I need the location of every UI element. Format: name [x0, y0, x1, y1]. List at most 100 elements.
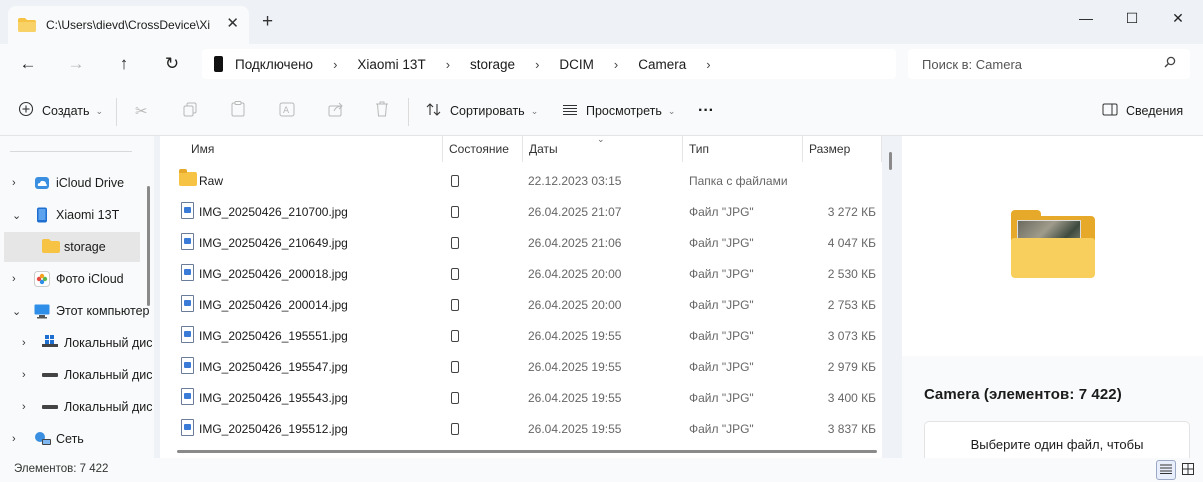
chevron-right-icon[interactable]: ›	[12, 177, 16, 189]
up-button[interactable]: ↑	[110, 52, 138, 76]
file-type: Файл "JPG"	[689, 360, 754, 374]
horizontal-scrollbar[interactable]	[177, 450, 877, 453]
column-type[interactable]: Тип	[689, 142, 709, 156]
search-icon	[1164, 56, 1176, 71]
details-button[interactable]: Сведения	[1102, 100, 1183, 122]
sidebar-item-local-disk-c[interactable]: › Локальный диск	[0, 328, 152, 358]
tiles-view-button[interactable]	[1178, 460, 1198, 480]
chevron-right-icon[interactable]: ›	[22, 369, 26, 381]
table-row[interactable]: IMG_20250426_195543.jpg 26.04.2025 19:55…	[160, 382, 882, 413]
table-row[interactable]: IMG_20250426_195512.jpg 26.04.2025 19:55…	[160, 413, 882, 444]
chevron-right-icon[interactable]: ›	[12, 433, 16, 445]
table-row[interactable]: IMG_20250426_200018.jpg 26.04.2025 20:00…	[160, 258, 882, 289]
chevron-right-icon[interactable]: ›	[706, 57, 710, 72]
cut-button[interactable]: ✂	[135, 100, 156, 122]
paste-button[interactable]	[231, 100, 253, 122]
breadcrumb-camera[interactable]: Camera	[638, 57, 686, 72]
column-name[interactable]: Имя	[191, 142, 214, 156]
address-bar[interactable]: Подключено › Xiaomi 13T › storage › DCIM…	[202, 49, 896, 79]
file-size: 4 047 КБ	[827, 236, 876, 250]
table-row[interactable]: IMG_20250426_200014.jpg 26.04.2025 20:00…	[160, 289, 882, 320]
sidebar-item-storage[interactable]: storage	[4, 232, 140, 262]
breadcrumb-dcim[interactable]: DCIM	[559, 57, 594, 72]
image-file-icon	[181, 419, 194, 436]
search-placeholder: Поиск в: Camera	[922, 56, 1023, 72]
file-size: 2 753 КБ	[827, 298, 876, 312]
delete-button[interactable]	[375, 100, 397, 122]
tab-camera[interactable]: C:\Users\dievd\CrossDevice\Xi ✕	[8, 6, 249, 44]
table-row[interactable]: IMG_20250426_210700.jpg 26.04.2025 21:07…	[160, 196, 882, 227]
image-file-icon	[181, 295, 194, 312]
sidebar-item-icloud-drive[interactable]: › iCloud Drive	[0, 168, 152, 198]
details-label: Сведения	[1126, 104, 1184, 118]
sidebar-item-label: Сеть	[56, 432, 84, 446]
details-folder-name: Camera	[924, 386, 980, 403]
chevron-right-icon[interactable]: ›	[12, 273, 16, 285]
chevron-right-icon[interactable]: ›	[22, 337, 26, 349]
share-button[interactable]	[328, 100, 352, 122]
view-button[interactable]: Просмотреть ⌄	[562, 100, 675, 122]
chevron-down-icon[interactable]: ⌄	[12, 209, 21, 222]
breadcrumb-storage[interactable]: storage	[470, 57, 515, 72]
rename-button[interactable]: A	[279, 100, 303, 122]
file-type: Файл "JPG"	[689, 422, 754, 436]
sidebar-scrollbar[interactable]	[147, 186, 150, 306]
copy-button[interactable]	[183, 100, 206, 122]
column-separator[interactable]	[881, 136, 882, 162]
file-list-scrollbar[interactable]	[889, 152, 892, 170]
sidebar-item-network[interactable]: › Сеть	[0, 424, 152, 454]
details-hint: Выберите один файл, чтобы	[970, 437, 1144, 452]
file-name: IMG_20250426_210700.jpg	[199, 205, 348, 219]
breadcrumb-device[interactable]: Xiaomi 13T	[357, 57, 425, 72]
column-date[interactable]: Даты	[529, 142, 558, 156]
divider	[10, 151, 132, 152]
more-icon: ···	[698, 102, 714, 119]
column-status[interactable]: Состояние	[449, 142, 509, 156]
minimize-button[interactable]: —	[1063, 4, 1109, 32]
sidebar-item-icloud-photos[interactable]: › Фото iCloud	[0, 264, 152, 294]
sidebar-item-xiaomi[interactable]: ⌄ Xiaomi 13T	[0, 200, 152, 230]
more-button[interactable]: ···	[698, 100, 714, 122]
sidebar-item-local-disk-2[interactable]: › Локальный диск	[0, 360, 152, 390]
drive-icon	[42, 399, 58, 415]
image-file-icon	[181, 264, 194, 281]
chevron-right-icon[interactable]: ›	[22, 401, 26, 413]
refresh-button[interactable]: ↻	[158, 52, 186, 76]
chevron-right-icon[interactable]: ›	[446, 57, 450, 72]
chevron-down-icon[interactable]: ⌄	[12, 305, 21, 318]
column-separator[interactable]	[682, 136, 683, 162]
chevron-right-icon[interactable]: ›	[535, 57, 539, 72]
column-separator[interactable]	[522, 136, 523, 162]
table-row[interactable]: Raw 22.12.2023 03:15 Папка с файлами	[160, 165, 882, 196]
forward-arrow-icon: →	[67, 54, 85, 73]
folder-thumbnail	[1011, 210, 1095, 278]
tab-close-icon[interactable]: ✕	[226, 16, 239, 32]
file-date: 26.04.2025 21:07	[528, 205, 622, 219]
copy-icon	[183, 102, 198, 121]
sidebar-item-label: Xiaomi 13T	[56, 208, 120, 222]
chevron-right-icon[interactable]: ›	[333, 57, 337, 72]
close-button[interactable]: ✕	[1155, 4, 1201, 32]
sidebar-item-local-disk-3[interactable]: › Локальный диск	[0, 392, 152, 422]
column-size[interactable]: Размер	[809, 142, 850, 156]
command-bar: Создать ⌄ ✂ A Сортировать ⌄ Просмотреть …	[0, 84, 1203, 136]
details-pane: Camera (элементов: 7 422) Выберите один …	[902, 136, 1203, 458]
sort-button[interactable]: Сортировать ⌄	[426, 100, 538, 122]
table-row[interactable]: IMG_20250426_210649.jpg 26.04.2025 21:06…	[160, 227, 882, 258]
create-button[interactable]: Создать ⌄	[18, 100, 103, 122]
new-tab-button[interactable]: +	[262, 12, 273, 32]
table-row[interactable]: IMG_20250426_195547.jpg 26.04.2025 19:55…	[160, 351, 882, 382]
chevron-right-icon[interactable]: ›	[614, 57, 618, 72]
column-separator[interactable]	[802, 136, 803, 162]
plus-circle-icon	[18, 101, 34, 121]
details-view-button[interactable]	[1156, 460, 1176, 480]
back-button[interactable]: ←	[14, 52, 42, 76]
forward-button[interactable]: →	[62, 52, 90, 76]
maximize-button[interactable]: ☐	[1109, 4, 1155, 32]
sidebar-item-this-pc[interactable]: ⌄ Этот компьютер	[0, 296, 152, 326]
search-input[interactable]: Поиск в: Camera	[908, 49, 1190, 79]
up-arrow-icon: ↑	[119, 54, 129, 73]
table-row[interactable]: IMG_20250426_195551.jpg 26.04.2025 19:55…	[160, 320, 882, 351]
breadcrumb-connected[interactable]: Подключено	[235, 57, 313, 72]
column-separator[interactable]	[442, 136, 443, 162]
